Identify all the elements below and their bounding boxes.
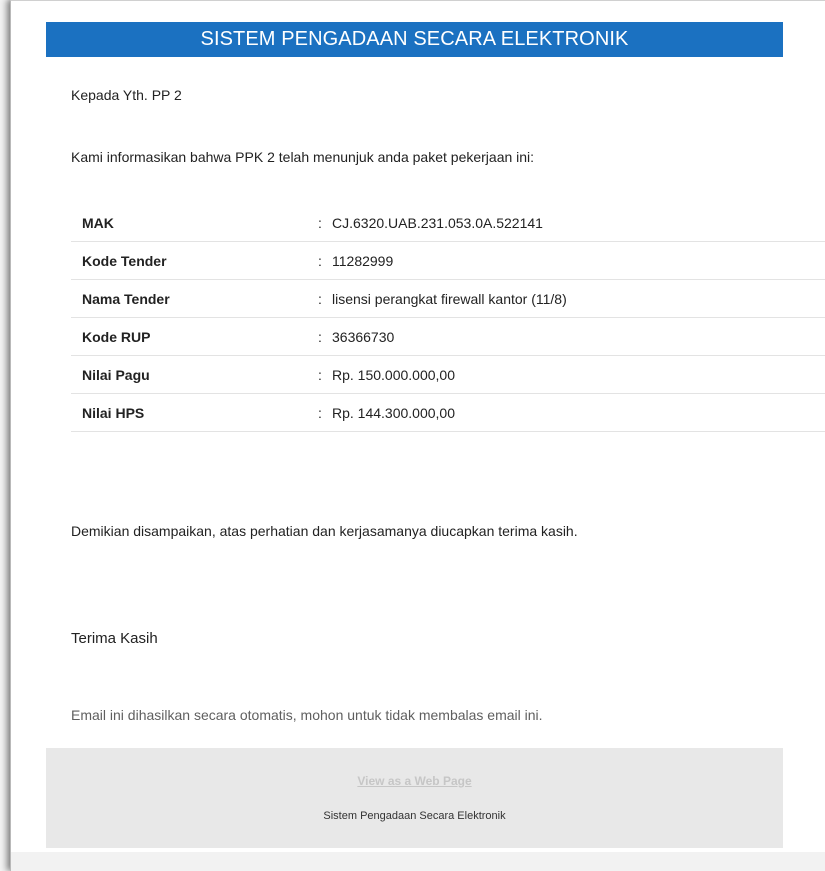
table-row: Kode RUP : 36366730 bbox=[71, 317, 825, 356]
table-row: Kode Tender : 11282999 bbox=[71, 241, 825, 280]
detail-label: Kode RUP bbox=[71, 317, 318, 356]
detail-value: Rp. 150.000.000,00 bbox=[332, 355, 825, 394]
auto-notice-text: Email ini dihasilkan secara otomatis, mo… bbox=[71, 707, 543, 723]
closing-text: Demikian disampaikan, atas perhatian dan… bbox=[71, 523, 578, 539]
email-header-banner: SISTEM PENGADAAN SECARA ELEKTRONIK bbox=[46, 22, 783, 57]
detail-value: Rp. 144.300.000,00 bbox=[332, 393, 825, 432]
greeting-text: Kepada Yth. PP 2 bbox=[71, 87, 182, 103]
thanks-text: Terima Kasih bbox=[71, 630, 158, 647]
detail-separator: : bbox=[318, 205, 332, 242]
email-footer: View as a Web Page Sistem Pengadaan Seca… bbox=[46, 748, 783, 848]
table-row: Nilai HPS : Rp. 144.300.000,00 bbox=[71, 393, 825, 432]
detail-value: lisensi perangkat firewall kantor (11/8) bbox=[332, 279, 825, 318]
detail-value: 11282999 bbox=[332, 241, 825, 280]
view-web-page-link[interactable]: View as a Web Page bbox=[46, 774, 783, 788]
detail-label: Kode Tender bbox=[71, 241, 318, 280]
email-frame: SISTEM PENGADAAN SECARA ELEKTRONIK Kepad… bbox=[10, 0, 825, 871]
detail-label: MAK bbox=[71, 205, 318, 242]
table-row: Nilai Pagu : Rp. 150.000.000,00 bbox=[71, 355, 825, 394]
detail-value: 36366730 bbox=[332, 317, 825, 356]
detail-separator: : bbox=[318, 355, 332, 394]
table-row: MAK : CJ.6320.UAB.231.053.0A.522141 bbox=[71, 205, 825, 242]
detail-separator: : bbox=[318, 279, 332, 318]
detail-value: CJ.6320.UAB.231.053.0A.522141 bbox=[332, 205, 825, 242]
detail-label: Nilai Pagu bbox=[71, 355, 318, 394]
intro-text: Kami informasikan bahwa PPK 2 telah menu… bbox=[71, 149, 535, 165]
footer-org-name: Sistem Pengadaan Secara Elektronik bbox=[323, 810, 506, 822]
detail-label: Nilai HPS bbox=[71, 393, 318, 432]
table-row: Nama Tender : lisensi perangkat firewall… bbox=[71, 279, 825, 318]
detail-separator: : bbox=[318, 241, 332, 280]
tender-details-table: MAK : CJ.6320.UAB.231.053.0A.522141 Kode… bbox=[71, 205, 825, 432]
detail-label: Nama Tender bbox=[71, 279, 318, 318]
bottom-strip bbox=[11, 852, 825, 871]
detail-separator: : bbox=[318, 393, 332, 432]
detail-separator: : bbox=[318, 317, 332, 356]
